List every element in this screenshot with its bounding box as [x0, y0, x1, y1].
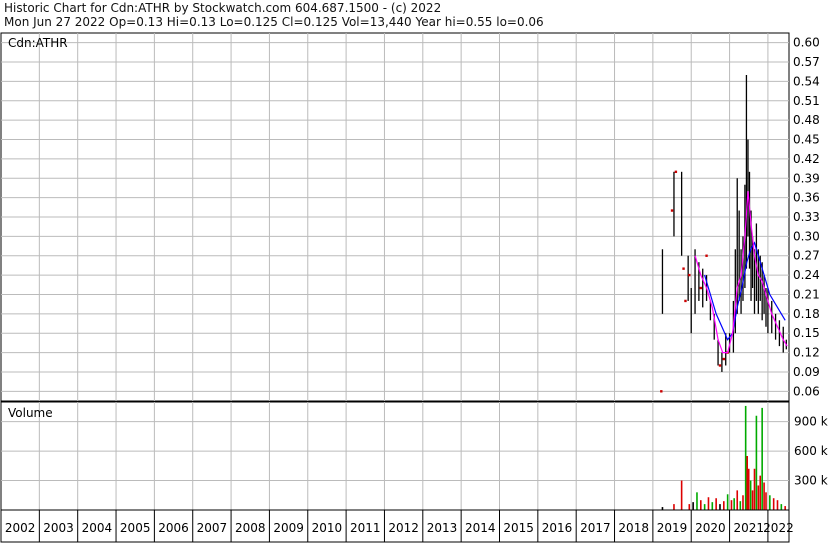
x-axis-year-label: 2018 [618, 521, 649, 535]
price-y-tick-label: 0.42 [793, 152, 820, 166]
price-marker [684, 299, 687, 303]
x-axis-year-label: 2014 [465, 521, 496, 535]
volume-y-tick-label: 600 k [794, 444, 828, 458]
price-marker [674, 170, 678, 174]
x-axis-year-label: 2021 [733, 521, 764, 535]
price-y-tick-label: 0.18 [793, 307, 820, 321]
x-axis-year-label: 2002 [5, 521, 36, 535]
x-axis-year-label: 2007 [197, 521, 228, 535]
x-axis-year-label: 2017 [580, 521, 611, 535]
price-y-tick-label: 0.60 [793, 36, 820, 50]
price-y-tick-label: 0.51 [793, 94, 820, 108]
price-marker [688, 273, 691, 277]
x-axis-year-label: 2010 [312, 521, 343, 535]
price-marker [682, 267, 685, 270]
price-y-tick-label: 0.33 [793, 210, 820, 224]
price-marker [660, 390, 663, 393]
volume-y-axis: 900 k 600 k 300 k [794, 415, 828, 488]
price-y-tick-label: 0.21 [793, 287, 820, 301]
price-marker [722, 357, 726, 361]
price-y-tick-label: 0.45 [793, 133, 820, 147]
volume-panel-title: Volume [8, 406, 53, 420]
price-panel-title: Cdn:ATHR [8, 36, 68, 50]
price-y-tick-label: 0.30 [793, 229, 820, 243]
x-axis-year-label: 2015 [503, 521, 534, 535]
price-y-tick-label: 0.54 [793, 74, 820, 88]
price-y-tick-label: 0.36 [793, 191, 820, 205]
price-y-tick-label: 0.39 [793, 171, 820, 185]
price-y-tick-label: 0.24 [793, 268, 820, 282]
x-axis-year-label: 2016 [542, 521, 573, 535]
price-marker [670, 209, 674, 212]
chart-stage: Historic Chart for Cdn:ATHR by Stockwatc… [0, 0, 830, 543]
x-axis-year-label: 2020 [695, 521, 726, 535]
volume-y-tick-label: 900 k [794, 415, 828, 429]
price-y-tick-label: 0.15 [793, 326, 820, 340]
x-axis-year-label: 2019 [657, 521, 688, 535]
price-y-tick-label: 0.09 [793, 365, 820, 379]
price-y-tick-label: 0.57 [793, 55, 820, 69]
price-y-tick-label: 0.12 [793, 346, 820, 360]
x-axis-year-label: 2008 [235, 521, 266, 535]
price-marker [705, 254, 708, 257]
price-marker [718, 364, 722, 367]
x-axis-year-label: 2013 [427, 521, 458, 535]
price-y-axis: 0.60 0.57 0.54 0.51 0.48 0.45 0.42 0.39 0.36 0.33… [793, 36, 820, 399]
x-axis-year-label: 2004 [82, 521, 113, 535]
price-y-tick-label: 0.27 [793, 249, 820, 263]
x-axis-year-label: 2006 [158, 521, 189, 535]
x-axis-year-label: 2012 [388, 521, 419, 535]
x-axis: 2002 2003 2004 2005 2006 2007 2008 2009 2010 2011… [0, 509, 794, 543]
x-axis-year-label: 2009 [273, 521, 304, 535]
price-y-tick-label: 0.06 [793, 384, 820, 398]
x-axis-year-label: 2005 [120, 521, 151, 535]
volume-panel-frame [0, 401, 790, 511]
x-axis-year-label: 2003 [43, 521, 74, 535]
price-marker [699, 286, 703, 290]
volume-y-tick-label: 300 k [794, 474, 828, 488]
x-axis-year-label: 2022 [763, 521, 794, 535]
x-axis-year-label: 2011 [350, 521, 381, 535]
stock-chart: Cdn:ATHR 0.60 0.57 0.54 0.51 0.48 0.45 0.42 0.3… [0, 32, 828, 543]
price-y-tick-label: 0.48 [793, 113, 820, 127]
